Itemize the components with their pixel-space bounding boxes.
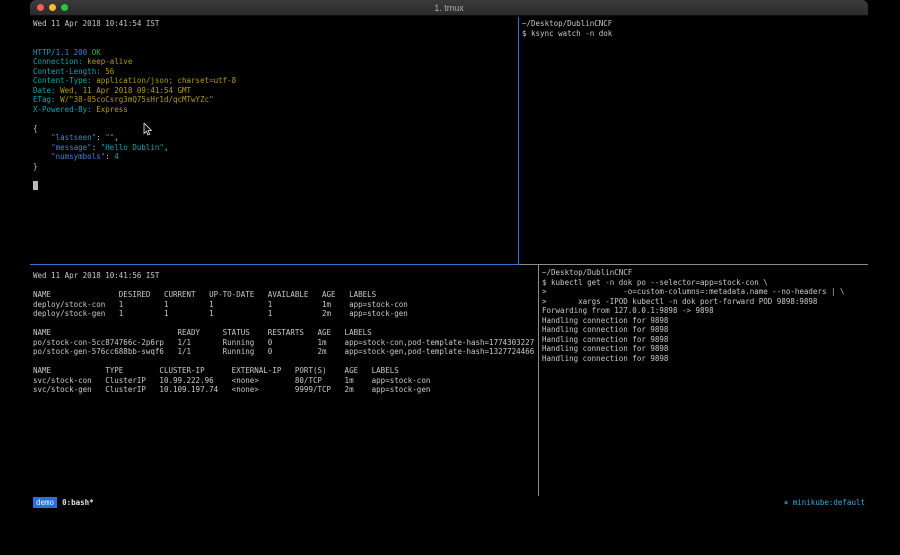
terminal-line: Handling connection for 9898 [542, 316, 868, 326]
terminal-line: Content-Type: application/json; charset=… [33, 76, 518, 86]
terminal-line [33, 319, 538, 329]
close-button[interactable] [37, 4, 44, 11]
pane-http-response[interactable]: Wed 11 Apr 2018 10:41:54 IST HTTP/1.1 20… [30, 17, 519, 265]
pane-port-forward[interactable]: ~/Desktop/DublinCNCF$ kubectl get -n dok… [539, 265, 868, 496]
kube-context-indicator: ⎈ minikube:default [784, 498, 865, 507]
terminal-line: ETag: W/"38-05coCsrg3mQ75sHr1d/qcMTwYZc" [33, 95, 518, 105]
terminal-line: Connection: keep-alive [33, 57, 518, 67]
terminal-line: > xargs -IPOD kubectl -n dok port-forwar… [542, 297, 868, 307]
terminal-line: $ ksync watch -n dok [522, 29, 868, 39]
terminal-line: NAME DESIRED CURRENT UP-TO-DATE AVAILABL… [33, 290, 538, 300]
terminal-line [33, 29, 518, 39]
terminal-line: po/stock-gen-576cc688bb-swqf6 1/1 Runnin… [33, 347, 538, 357]
terminal-line: Content-Length: 56 [33, 67, 518, 77]
terminal-line: Wed 11 Apr 2018 10:41:54 IST [33, 19, 518, 29]
terminal-line [33, 171, 518, 181]
tmux-status-bar: demo 0:bash* ⎈ minikube:default [30, 496, 868, 509]
terminal-line: Wed 11 Apr 2018 10:41:56 IST [33, 271, 538, 281]
terminal-line: { [33, 124, 518, 134]
terminal-line: deploy/stock-gen 1 1 1 1 2m app=stock-ge… [33, 309, 538, 319]
terminal-line: Handling connection for 9898 [542, 325, 868, 335]
terminal-line [33, 38, 518, 48]
terminal-line: NAME READY STATUS RESTARTS AGE LABELS [33, 328, 538, 338]
session-name[interactable]: demo [33, 497, 57, 508]
window-title: 1. tmux [434, 3, 464, 13]
terminal-line [33, 181, 518, 191]
terminal-line: X-Powered-By: Express [33, 105, 518, 115]
title-bar[interactable]: 1. tmux [30, 0, 868, 16]
pane-ksync-watch[interactable]: ~/Desktop/DublinCNCF$ ksync watch -n dok [519, 17, 868, 265]
tmux-window: 1. tmux Wed 11 Apr 2018 10:41:54 IST HTT… [30, 0, 868, 509]
terminal-area: Wed 11 Apr 2018 10:41:54 IST HTTP/1.1 20… [30, 17, 868, 496]
terminal-line: po/stock-con-5cc874766c-2p6rp 1/1 Runnin… [33, 338, 538, 348]
terminal-line: "lastseen": "", [33, 133, 518, 143]
window-tab-bash[interactable]: 0:bash* [62, 498, 94, 507]
terminal-line: ~/Desktop/DublinCNCF [522, 19, 868, 29]
terminal-line: Forwarding from 127.0.0.1:9898 -> 9898 [542, 306, 868, 316]
terminal-line: "message": "Hello Dublin", [33, 143, 518, 153]
pane-kubectl-resources[interactable]: Wed 11 Apr 2018 10:41:56 IST NAME DESIRE… [30, 265, 539, 496]
terminal-line [33, 114, 518, 124]
mouse-cursor [143, 123, 152, 136]
terminal-line: Date: Wed, 11 Apr 2018 09:41:54 GMT [33, 86, 518, 96]
zoom-button[interactable] [61, 4, 68, 11]
terminal-line: NAME TYPE CLUSTER-IP EXTERNAL-IP PORT(S)… [33, 366, 538, 376]
terminal-line: svc/stock-con ClusterIP 10.99.222.96 <no… [33, 376, 538, 386]
terminal-line: Handling connection for 9898 [542, 354, 868, 364]
terminal-line: HTTP/1.1 200 OK [33, 48, 518, 58]
terminal-line: deploy/stock-con 1 1 1 1 1m app=stock-co… [33, 300, 538, 310]
terminal-line: svc/stock-gen ClusterIP 10.109.197.74 <n… [33, 385, 538, 395]
terminal-line: > -o=custom-columns=:metadata.name --no-… [542, 287, 868, 297]
terminal-line [33, 281, 538, 291]
terminal-line: "numsymbols": 4 [33, 152, 518, 162]
minimize-button[interactable] [49, 4, 56, 11]
terminal-line: $ kubectl get -n dok po --selector=app=s… [542, 278, 868, 288]
terminal-line: Handling connection for 9898 [542, 344, 868, 354]
terminal-line: ~/Desktop/DublinCNCF [542, 268, 868, 278]
terminal-line: Handling connection for 9898 [542, 335, 868, 345]
traffic-lights [37, 4, 68, 11]
terminal-line [33, 357, 538, 367]
terminal-line: } [33, 162, 518, 172]
